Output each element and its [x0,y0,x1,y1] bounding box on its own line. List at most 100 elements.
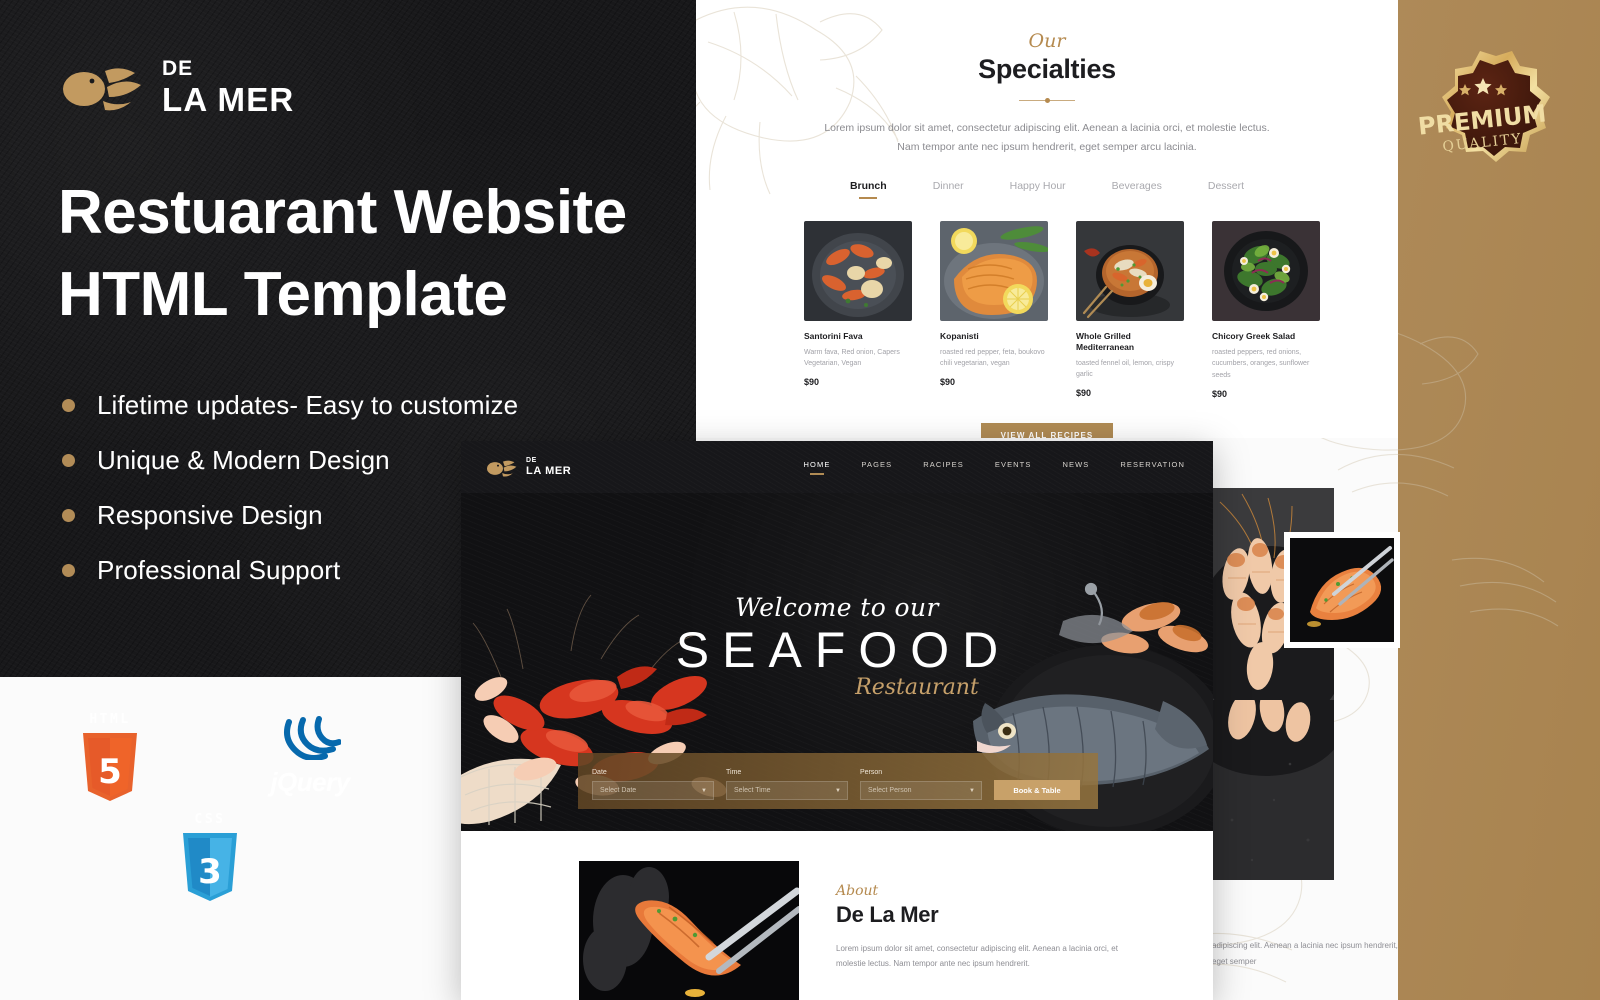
list-item: Professional Support [62,543,518,598]
dish-name: Santorini Fava [804,330,863,341]
time-select[interactable]: Select Time ▼ [726,781,848,800]
specialties-mockup: Our Specialties Lorem ipsum dolor sit am… [696,0,1398,438]
svg-text:5: 5 [98,752,122,792]
bullet-dot-icon [62,509,75,522]
chevron-down-icon: ▼ [835,787,841,794]
premium-seal-icon: PREMIUM QUALITY [1408,42,1558,192]
website-mockup: DE LA MER HOME PAGES RACIPES EVENTS NEWS… [461,441,1213,1000]
right-column-text: adipiscing elit. Aenean a lacinia nec ip… [1212,941,1398,966]
person-select[interactable]: Select Person ▼ [860,781,982,800]
navbar-brand[interactable]: DE LA MER [485,457,571,478]
about-title: De La Mer [836,902,939,927]
dish-price: $90 [1212,388,1228,399]
nav-item-news[interactable]: NEWS [1062,460,1089,475]
about-copy: About De La Mer Lorem ipsum dolor sit am… [836,883,1126,971]
tab-brunch[interactable]: Brunch [850,180,887,199]
time-placeholder: Select Time [734,787,771,794]
specialties-desc-line-1: Lorem ipsum dolor sit amet, consectetur … [824,122,1270,134]
feature-label: Unique & Modern Design [97,445,390,475]
booking-field-time: Time Select Time ▼ [726,769,848,800]
feature-label: Professional Support [97,555,341,585]
booking-form: Date Select Date ▼ Time Select Time ▼ Pe… [578,753,1098,809]
grilled-salmon-photo [940,220,1048,321]
jquery-badge: jQuery [260,707,360,807]
about-text: Lorem ipsum dolor sit amet, consectetur … [836,944,1118,969]
navbar-menu: HOME PAGES RACIPES EVENTS NEWS RESERVATI… [804,460,1189,475]
dish-price: $90 [940,376,956,387]
fish-icon [58,59,148,115]
feature-label: Responsive Design [97,500,323,530]
navbar-brand-line-2: LA MER [526,464,572,477]
navbar-brand-line-1: DE [526,456,537,464]
dish-description: toasted fennel oil, lemon, crispy garlic [1076,359,1175,379]
svg-text:3: 3 [198,852,222,892]
fish-icon [485,457,519,478]
brand-line-1: DE [162,57,194,80]
hero-welcome-text: Welcome to our [735,593,939,622]
headline-line-1: Restuarant Website [58,178,627,247]
list-item[interactable]: Kopanisti roasted red pepper, feta, bouk… [940,220,1048,399]
dish-description: roasted peppers, red onions, cucumbers, … [1212,348,1310,379]
time-label: Time [726,769,742,776]
hero-banner: Welcome to our SEAFOOD Restaurant Date S… [461,493,1213,831]
bullet-dot-icon [62,399,75,412]
list-item[interactable]: Whole Grilled Mediterranean toasted fenn… [1076,220,1184,399]
specialties-kicker: Our [1028,30,1066,52]
nav-item-pages[interactable]: PAGES [861,460,892,475]
person-label: Person [860,769,883,776]
css3-shield-icon: 3 [179,829,241,903]
nav-item-events[interactable]: EVENTS [995,460,1032,475]
hero-headline: SEAFOOD [675,622,1012,678]
list-item[interactable]: Chicory Greek Salad roasted peppers, red… [1212,220,1320,399]
hero-copy: Welcome to our SEAFOOD Restaurant [461,593,1213,700]
date-placeholder: Select Date [600,787,637,794]
view-all-recipes-button[interactable]: VIEW ALL RECIPES [980,422,1114,438]
list-item: Unique & Modern Design [62,433,518,488]
tab-happy-hour[interactable]: Happy Hour [1010,180,1066,199]
dish-name: Chicory Greek Salad [1212,330,1296,341]
dish-description: roasted red pepper, feta, boukovo chili … [940,348,1045,368]
tech-badge-mosaic: HTML 5 jQuery CSS 3 [0,677,460,1000]
bullet-dot-icon [62,454,75,467]
shrimp-soup-photo [1076,220,1184,321]
tab-dessert[interactable]: Dessert [1208,180,1244,199]
nav-item-racipes[interactable]: RACIPES [923,460,964,475]
tab-dinner[interactable]: Dinner [933,180,964,199]
nav-item-reservation[interactable]: RESERVATION [1120,460,1185,475]
feature-label: Lifetime updates- Easy to customize [97,390,519,420]
css3-caption: CSS [194,811,226,827]
dish-name: Kopanisti [940,330,979,341]
jquery-icon [279,716,342,765]
booking-field-person: Person Select Person ▼ [860,769,982,800]
mosaic-tile [360,807,402,877]
chevron-down-icon: ▼ [701,787,707,794]
html5-caption: HTML [89,711,131,727]
html5-shield-icon: 5 [79,729,141,803]
dish-description: Warm fava, Red onion, Capers Vegetarian,… [804,348,900,368]
site-navbar: DE LA MER HOME PAGES RACIPES EVENTS NEWS… [461,441,1213,493]
specialties-tab-bar: Brunch Dinner Happy Hour Beverages Desse… [696,180,1398,199]
list-item: Responsive Design [62,488,518,543]
feature-list: Lifetime updates- Easy to customize Uniq… [62,378,518,598]
hero-script-text: Restaurant [855,674,979,700]
book-table-button[interactable]: Book & Table [994,780,1080,800]
shrimp-platter-lower-photo [1212,700,1334,880]
about-kicker: About [836,883,879,899]
shrimp-pan-photo [804,220,912,321]
list-item[interactable]: Santorini Fava Warm fava, Red onion, Cap… [804,220,912,399]
person-placeholder: Select Person [868,787,912,794]
date-select[interactable]: Select Date ▼ [592,781,714,800]
shrimp-chopsticks-photo [579,861,799,1000]
list-item: Lifetime updates- Easy to customize [62,378,518,433]
dish-price: $90 [804,376,820,387]
bullet-dot-icon [62,564,75,577]
specialties-title: Specialties [978,54,1116,84]
chevron-down-icon: ▼ [969,787,975,794]
specialties-desc-line-2: Nam tempor ante nec ipsum hendrerit, ege… [897,141,1197,154]
section-divider-icon [1019,95,1075,105]
nav-item-home[interactable]: HOME [804,460,831,475]
booking-field-date: Date Select Date ▼ [592,769,714,800]
tab-beverages[interactable]: Beverages [1112,180,1162,199]
dish-name: Whole Grilled Mediterranean [1076,330,1135,352]
headline-line-2: HTML Template [58,259,508,329]
